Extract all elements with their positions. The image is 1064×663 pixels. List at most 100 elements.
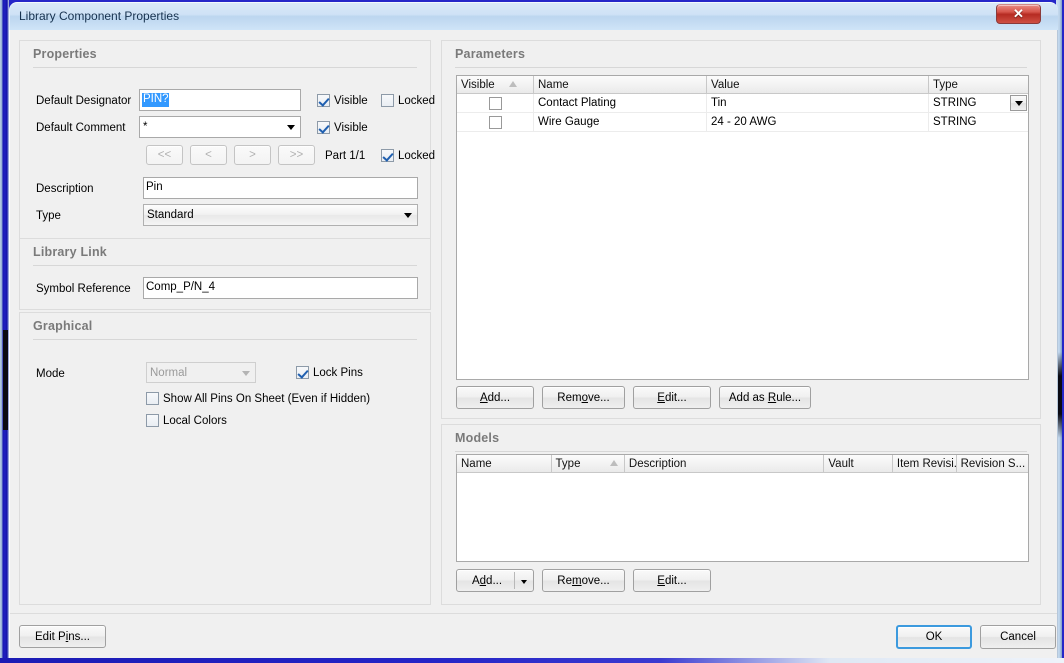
properties-group-divider bbox=[33, 67, 417, 68]
parameters-remove-button[interactable]: Remove... bbox=[542, 386, 625, 409]
part-locked-checkbox[interactable]: Locked bbox=[381, 149, 435, 162]
part-last-button[interactable]: >> bbox=[278, 145, 315, 165]
parameters-grid[interactable]: Visible Name Value Type bbox=[456, 75, 1029, 380]
default-comment-label: Default Comment bbox=[36, 122, 125, 134]
parameters-grid-header: Visible Name Value Type bbox=[457, 76, 1028, 94]
dialog-client-area: Properties Default Designator PIN? Visib… bbox=[9, 30, 1058, 658]
library-link-group-divider bbox=[33, 265, 417, 266]
cell-text: 24 - 20 AWG bbox=[711, 116, 776, 128]
graphical-group-title: Graphical bbox=[33, 319, 92, 333]
column-label: Item Revisi... bbox=[897, 458, 957, 470]
ok-button[interactable]: OK bbox=[896, 625, 972, 649]
table-row[interactable]: Wire Gauge 24 - 20 AWG STRING bbox=[457, 113, 1028, 132]
models-grid[interactable]: Name Type Description Vault Item Revisi.… bbox=[456, 454, 1029, 562]
models-group: Models Name Type Description Vault bbox=[441, 424, 1041, 605]
parameter-type-dropdown-button[interactable] bbox=[1010, 95, 1027, 111]
parameter-value-cell[interactable]: 24 - 20 AWG bbox=[707, 113, 929, 131]
chevron-down-icon bbox=[242, 371, 250, 376]
models-add-button[interactable]: Add... bbox=[456, 569, 534, 592]
description-input[interactable]: Pin bbox=[143, 177, 418, 199]
sort-ascending-icon bbox=[509, 81, 517, 87]
button-label: Edit... bbox=[657, 392, 686, 404]
models-column-name[interactable]: Name bbox=[457, 455, 552, 472]
parameter-visible-cell[interactable] bbox=[457, 113, 534, 131]
parameter-type-cell[interactable]: STRING bbox=[929, 113, 1028, 131]
parameters-group-title: Parameters bbox=[455, 47, 525, 61]
symbol-reference-label: Symbol Reference bbox=[36, 283, 131, 295]
part-indicator: Part 1/1 bbox=[325, 150, 365, 162]
parameters-column-value[interactable]: Value bbox=[707, 76, 929, 93]
models-remove-button[interactable]: Remove... bbox=[542, 569, 625, 592]
chevron-down-icon bbox=[287, 125, 295, 130]
local-colors-label: Local Colors bbox=[163, 415, 227, 427]
designator-visible-checkbox[interactable]: Visible bbox=[317, 94, 368, 107]
split-button-separator bbox=[514, 572, 515, 589]
column-label: Name bbox=[538, 79, 569, 91]
models-group-divider bbox=[455, 451, 1027, 452]
show-all-pins-label: Show All Pins On Sheet (Even if Hidden) bbox=[163, 393, 370, 405]
row-visible-checkbox[interactable] bbox=[489, 97, 502, 110]
parameters-column-name[interactable]: Name bbox=[534, 76, 707, 93]
edit-pins-button[interactable]: Edit Pins... bbox=[19, 625, 106, 648]
models-column-type[interactable]: Type bbox=[552, 455, 625, 472]
properties-group-title: Properties bbox=[33, 47, 97, 61]
default-comment-value: * bbox=[143, 121, 147, 133]
column-label: Name bbox=[461, 458, 492, 470]
parameter-value-cell[interactable]: Tin bbox=[707, 94, 929, 112]
default-comment-combo[interactable]: * bbox=[139, 116, 301, 138]
part-next-button[interactable]: > bbox=[234, 145, 271, 165]
title-bar[interactable]: Library Component Properties ✕ bbox=[9, 2, 1058, 30]
checkbox-box bbox=[381, 94, 394, 107]
dialog-footer: Edit Pins... OK Cancel bbox=[10, 613, 1057, 658]
symbol-reference-input[interactable]: Comp_P/N_4 bbox=[143, 277, 418, 299]
models-column-description[interactable]: Description bbox=[625, 455, 824, 472]
local-colors-checkbox[interactable]: Local Colors bbox=[146, 414, 227, 427]
column-label: Type bbox=[556, 458, 581, 470]
parameters-add-button[interactable]: Add... bbox=[456, 386, 534, 409]
checkbox-box bbox=[317, 121, 330, 134]
row-visible-checkbox[interactable] bbox=[489, 116, 502, 129]
library-link-group: Library Link Symbol Reference Comp_P/N_4 bbox=[19, 238, 431, 310]
parameter-name-cell[interactable]: Contact Plating bbox=[534, 94, 707, 112]
checkbox-box bbox=[317, 94, 330, 107]
parameters-edit-button[interactable]: Edit... bbox=[633, 386, 711, 409]
button-label: Edit Pins... bbox=[35, 631, 90, 643]
parameter-visible-cell[interactable] bbox=[457, 94, 534, 112]
models-edit-button[interactable]: Edit... bbox=[633, 569, 711, 592]
parameter-type-cell[interactable]: STRING bbox=[929, 94, 1028, 112]
models-group-title: Models bbox=[455, 431, 499, 445]
default-designator-input[interactable]: PIN? bbox=[139, 89, 301, 111]
mode-label: Mode bbox=[36, 368, 65, 380]
checkbox-box bbox=[296, 366, 309, 379]
chevron-down-icon[interactable] bbox=[521, 580, 527, 584]
button-label: Add... bbox=[472, 575, 502, 587]
parameters-column-visible[interactable]: Visible bbox=[457, 76, 534, 93]
default-designator-value: PIN? bbox=[142, 93, 169, 107]
type-value: Standard bbox=[147, 209, 194, 221]
parameters-column-type[interactable]: Type bbox=[929, 76, 1028, 93]
cancel-button[interactable]: Cancel bbox=[980, 625, 1056, 649]
models-column-vault[interactable]: Vault bbox=[824, 455, 893, 472]
mode-combo[interactable]: Normal bbox=[146, 362, 256, 383]
table-row[interactable]: Contact Plating Tin STRING bbox=[457, 94, 1028, 113]
designator-locked-checkbox[interactable]: Locked bbox=[381, 94, 435, 107]
models-grid-rows bbox=[457, 473, 1028, 561]
part-prev-button[interactable]: < bbox=[190, 145, 227, 165]
comment-visible-checkbox[interactable]: Visible bbox=[317, 121, 368, 134]
parameters-add-as-rule-button[interactable]: Add as Rule... bbox=[719, 386, 811, 409]
type-combo[interactable]: Standard bbox=[143, 204, 418, 226]
models-column-item-revision[interactable]: Item Revisi... bbox=[893, 455, 957, 472]
column-label: Vault bbox=[828, 458, 853, 470]
window-border-bottom bbox=[0, 658, 1064, 663]
models-grid-header: Name Type Description Vault Item Revisi.… bbox=[457, 455, 1028, 473]
part-first-button[interactable]: << bbox=[146, 145, 183, 165]
close-button[interactable]: ✕ bbox=[996, 4, 1041, 24]
cell-text: Tin bbox=[711, 97, 727, 109]
checkbox-box bbox=[146, 414, 159, 427]
show-all-pins-checkbox[interactable]: Show All Pins On Sheet (Even if Hidden) bbox=[146, 392, 370, 405]
button-label: Remove... bbox=[557, 575, 609, 587]
lock-pins-checkbox[interactable]: Lock Pins bbox=[296, 366, 363, 379]
models-column-revision-status[interactable]: Revision S... bbox=[957, 455, 1028, 472]
parameter-name-cell[interactable]: Wire Gauge bbox=[534, 113, 707, 131]
designator-visible-label: Visible bbox=[334, 95, 368, 107]
